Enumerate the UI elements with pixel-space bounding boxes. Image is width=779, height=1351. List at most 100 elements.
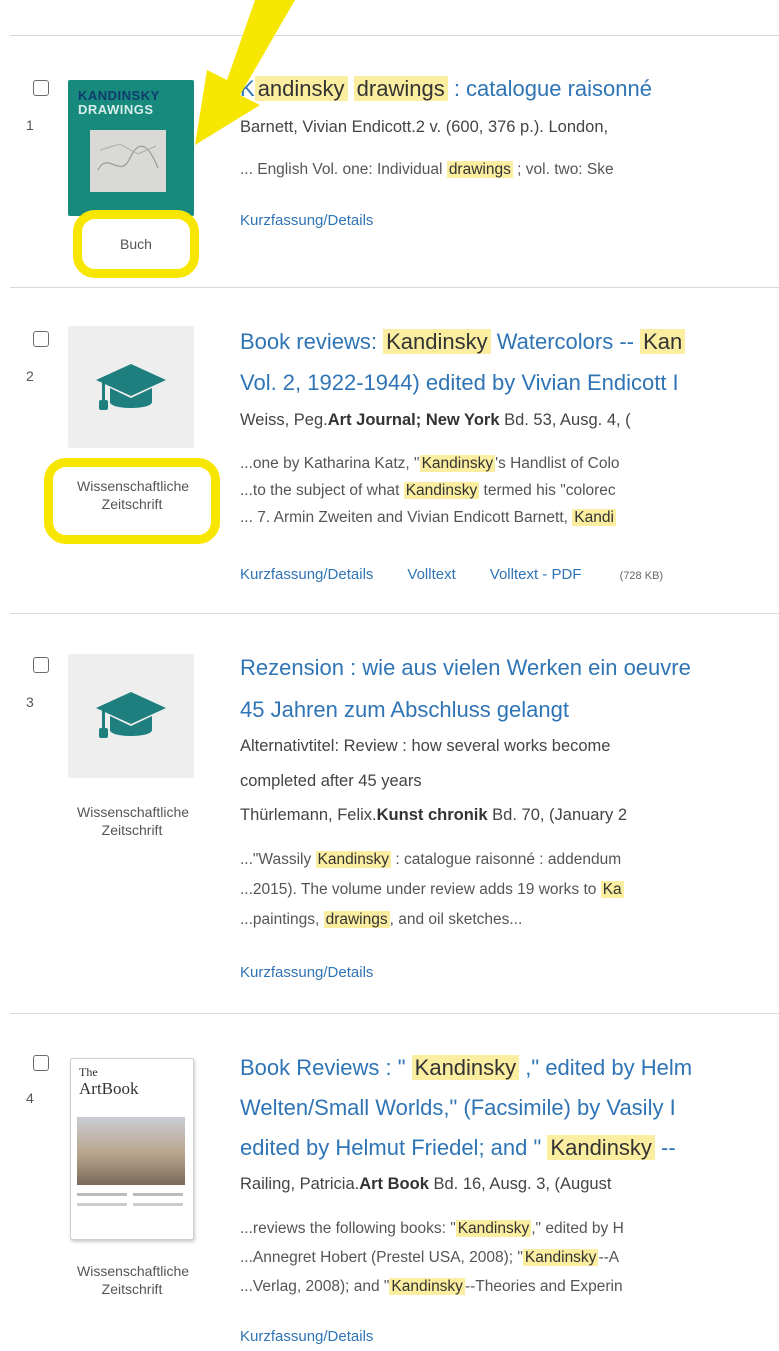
details-link[interactable]: Kurzfassung/Details [240, 1328, 373, 1345]
result-title-line2[interactable]: Welten/Small Worlds," (Facsimile) by Vas… [240, 1087, 779, 1129]
cover-text-line [77, 1193, 127, 1196]
type-label: Buch [93, 230, 179, 258]
snippet-line: ...one by Katharina Katz, " Kandinsky's H… [240, 450, 779, 477]
select-checkbox[interactable] [33, 80, 49, 96]
type-label: Wissenschaftliche Zeitschrift [77, 478, 190, 512]
snippet-text: 's Handlist of Colo [495, 455, 620, 472]
fulltext-pdf-link[interactable]: Volltext - PDF (728 KB) [490, 566, 697, 583]
journal-cover-thumbnail[interactable]: The ArtBook [70, 1058, 194, 1240]
issue-info: Bd. 53, Ausg. 4, ( [499, 411, 631, 429]
result-title[interactable]: Kandinsky drawings : catalogue raisonné [240, 68, 779, 110]
snippet-text: ...Annegret Hobert (Prestel USA, 2008); … [240, 1249, 523, 1266]
snippet-line: ...paintings, drawings, and oil sketches… [240, 906, 779, 933]
highlight-term: Kandinsky [315, 851, 392, 868]
result-number: 2 [26, 368, 34, 384]
result-links: Kurzfassung/Details Volltext Volltext - PD… [240, 566, 779, 583]
title-text: Book Reviews : " [240, 1055, 412, 1080]
fulltext-link[interactable]: Volltext [407, 566, 455, 583]
annotation-arrow-icon [195, 0, 295, 145]
highlight-term: Kandinsky [411, 1055, 520, 1080]
title-text: : catalogue raisonné [447, 76, 652, 101]
snippet-text: : catalogue raisonné : addendum [391, 851, 622, 868]
result-links: Kurzfassung/Details [240, 1328, 779, 1345]
issue-info: Bd. 70, (January 2 [487, 806, 627, 824]
snippet-text: ...2015). The volume under review adds 1… [240, 881, 601, 898]
graduation-cap-icon [96, 364, 166, 410]
highlight-term: drawings [323, 911, 390, 928]
result-title-line2[interactable]: 45 Jahren zum Abschluss gelangt [240, 689, 779, 731]
cover-title-line2: ArtBook [79, 1079, 139, 1098]
details-link[interactable]: Kurzfassung/Details [240, 212, 373, 229]
source-title: Art Book [359, 1175, 429, 1193]
snippet-text: ...reviews the following books: " [240, 1220, 456, 1237]
select-checkbox[interactable] [33, 1055, 49, 1071]
result-number: 4 [26, 1090, 34, 1106]
snippet-text: termed his "colorec [479, 482, 616, 499]
snippet-line: ...Annegret Hobert (Prestel USA, 2008); … [240, 1244, 779, 1271]
snippet-text: ...Verlag, 2008); and " [240, 1278, 390, 1295]
result-meta: Barnett, Vivian Endicott.2 v. (600, 376 … [240, 118, 609, 136]
result-title[interactable]: Rezension : wie aus vielen Werken ein oe… [240, 647, 779, 689]
type-label: Wissenschaftliche Zeitschrift [77, 1263, 190, 1297]
alt-title-line2: completed after 45 years [240, 772, 422, 790]
title-text: edited by Helmut Friedel; and " [240, 1135, 548, 1160]
result-links: Kurzfassung/Details [240, 964, 779, 981]
select-checkbox[interactable] [33, 331, 49, 347]
details-link[interactable]: Kurzfassung/Details [240, 964, 373, 981]
highlight-term: Kandinsky [389, 1278, 465, 1295]
snippet-line: ...to the subject of what Kandinsky term… [240, 477, 779, 504]
select-checkbox[interactable] [33, 657, 49, 673]
journal-thumbnail[interactable] [68, 326, 194, 448]
result-number: 3 [26, 694, 34, 710]
cover-drawing-image [90, 130, 166, 192]
snippet-text: ... 7. Armin Zweiten and Vivian Endicott… [240, 509, 573, 526]
source-title: Art Journal; New York [327, 411, 500, 429]
highlight-term: Kandinsky [522, 1249, 599, 1266]
snippet-text: --Theories and Experin [464, 1278, 623, 1295]
highlight-term: Kandinsky [455, 1220, 532, 1237]
pdf-link-label: Volltext - PDF [489, 566, 582, 583]
title-text: Book reviews: [240, 329, 384, 354]
journal-thumbnail[interactable] [68, 654, 194, 778]
snippet-text: ..."Wassily [240, 851, 316, 868]
result-divider [10, 613, 779, 614]
snippet-text: ...one by Katharina Katz, " [240, 455, 420, 472]
result-title-line3[interactable]: edited by Helmut Friedel; and " Kandinsk… [240, 1127, 779, 1169]
snippet-line: ...Verlag, 2008); and " Kandinsky --Theori… [240, 1273, 779, 1300]
cover-title-line1: KANDINSKY [78, 88, 160, 103]
snippet-text: --A [598, 1249, 620, 1266]
author: Railing, Patricia. [240, 1175, 360, 1193]
cover-text-line [133, 1193, 183, 1196]
snippet-line: ... 7. Armin Zweiten and Vivian Endicott… [240, 504, 779, 531]
result-divider [10, 287, 779, 288]
author: Thürlemann, Felix. [240, 806, 377, 824]
snippet-text: ... English Vol. one: Individual [240, 161, 447, 178]
details-link[interactable]: Kurzfassung/Details [240, 566, 373, 583]
result-title[interactable]: Book Reviews : " Kandinsky ," edited by … [240, 1047, 779, 1089]
cover-text-line [77, 1203, 127, 1206]
snippet-text: ...to the subject of what [240, 482, 404, 499]
snippet-text: ; vol. two: Ske [512, 161, 614, 178]
result-meta: Weiss, Peg.Art Journal; New York Bd. 53,… [240, 403, 779, 437]
result-meta: Thürlemann, Felix.Kunst chronik Bd. 70, … [240, 798, 779, 832]
snippet-text: ," edited by H [531, 1220, 624, 1237]
highlight-term: drawings [353, 76, 448, 101]
highlight-term: drawings [446, 161, 513, 178]
result-title[interactable]: Book reviews: Kandinsky Watercolors -- K… [240, 321, 779, 363]
result-meta: Railing, Patricia.Art Book Bd. 16, Ausg.… [240, 1167, 779, 1201]
issue-info: Bd. 16, Ausg. 3, (August [428, 1175, 612, 1193]
snippet-line: ...reviews the following books: " Kandins… [240, 1215, 779, 1242]
top-divider [10, 35, 779, 36]
title-text [348, 76, 354, 101]
type-label: Wissenschaftliche Zeitschrift [77, 804, 190, 838]
highlight-term: Kandinsky [383, 329, 491, 354]
source-title: Kunst chronik [376, 806, 488, 824]
result-title-line2[interactable]: Vol. 2, 1922-1944) edited by Vivian Endi… [240, 362, 779, 404]
cover-title-line2: DRAWINGS [78, 102, 154, 117]
graduation-cap-icon [96, 692, 166, 738]
book-cover-thumbnail[interactable]: KANDINSKY DRAWINGS [68, 80, 194, 216]
highlight-term: Kan [640, 329, 686, 354]
snippet-text: ...paintings, [240, 911, 324, 928]
result-divider [10, 1013, 779, 1014]
highlight-term: Kandinsky [547, 1135, 655, 1160]
